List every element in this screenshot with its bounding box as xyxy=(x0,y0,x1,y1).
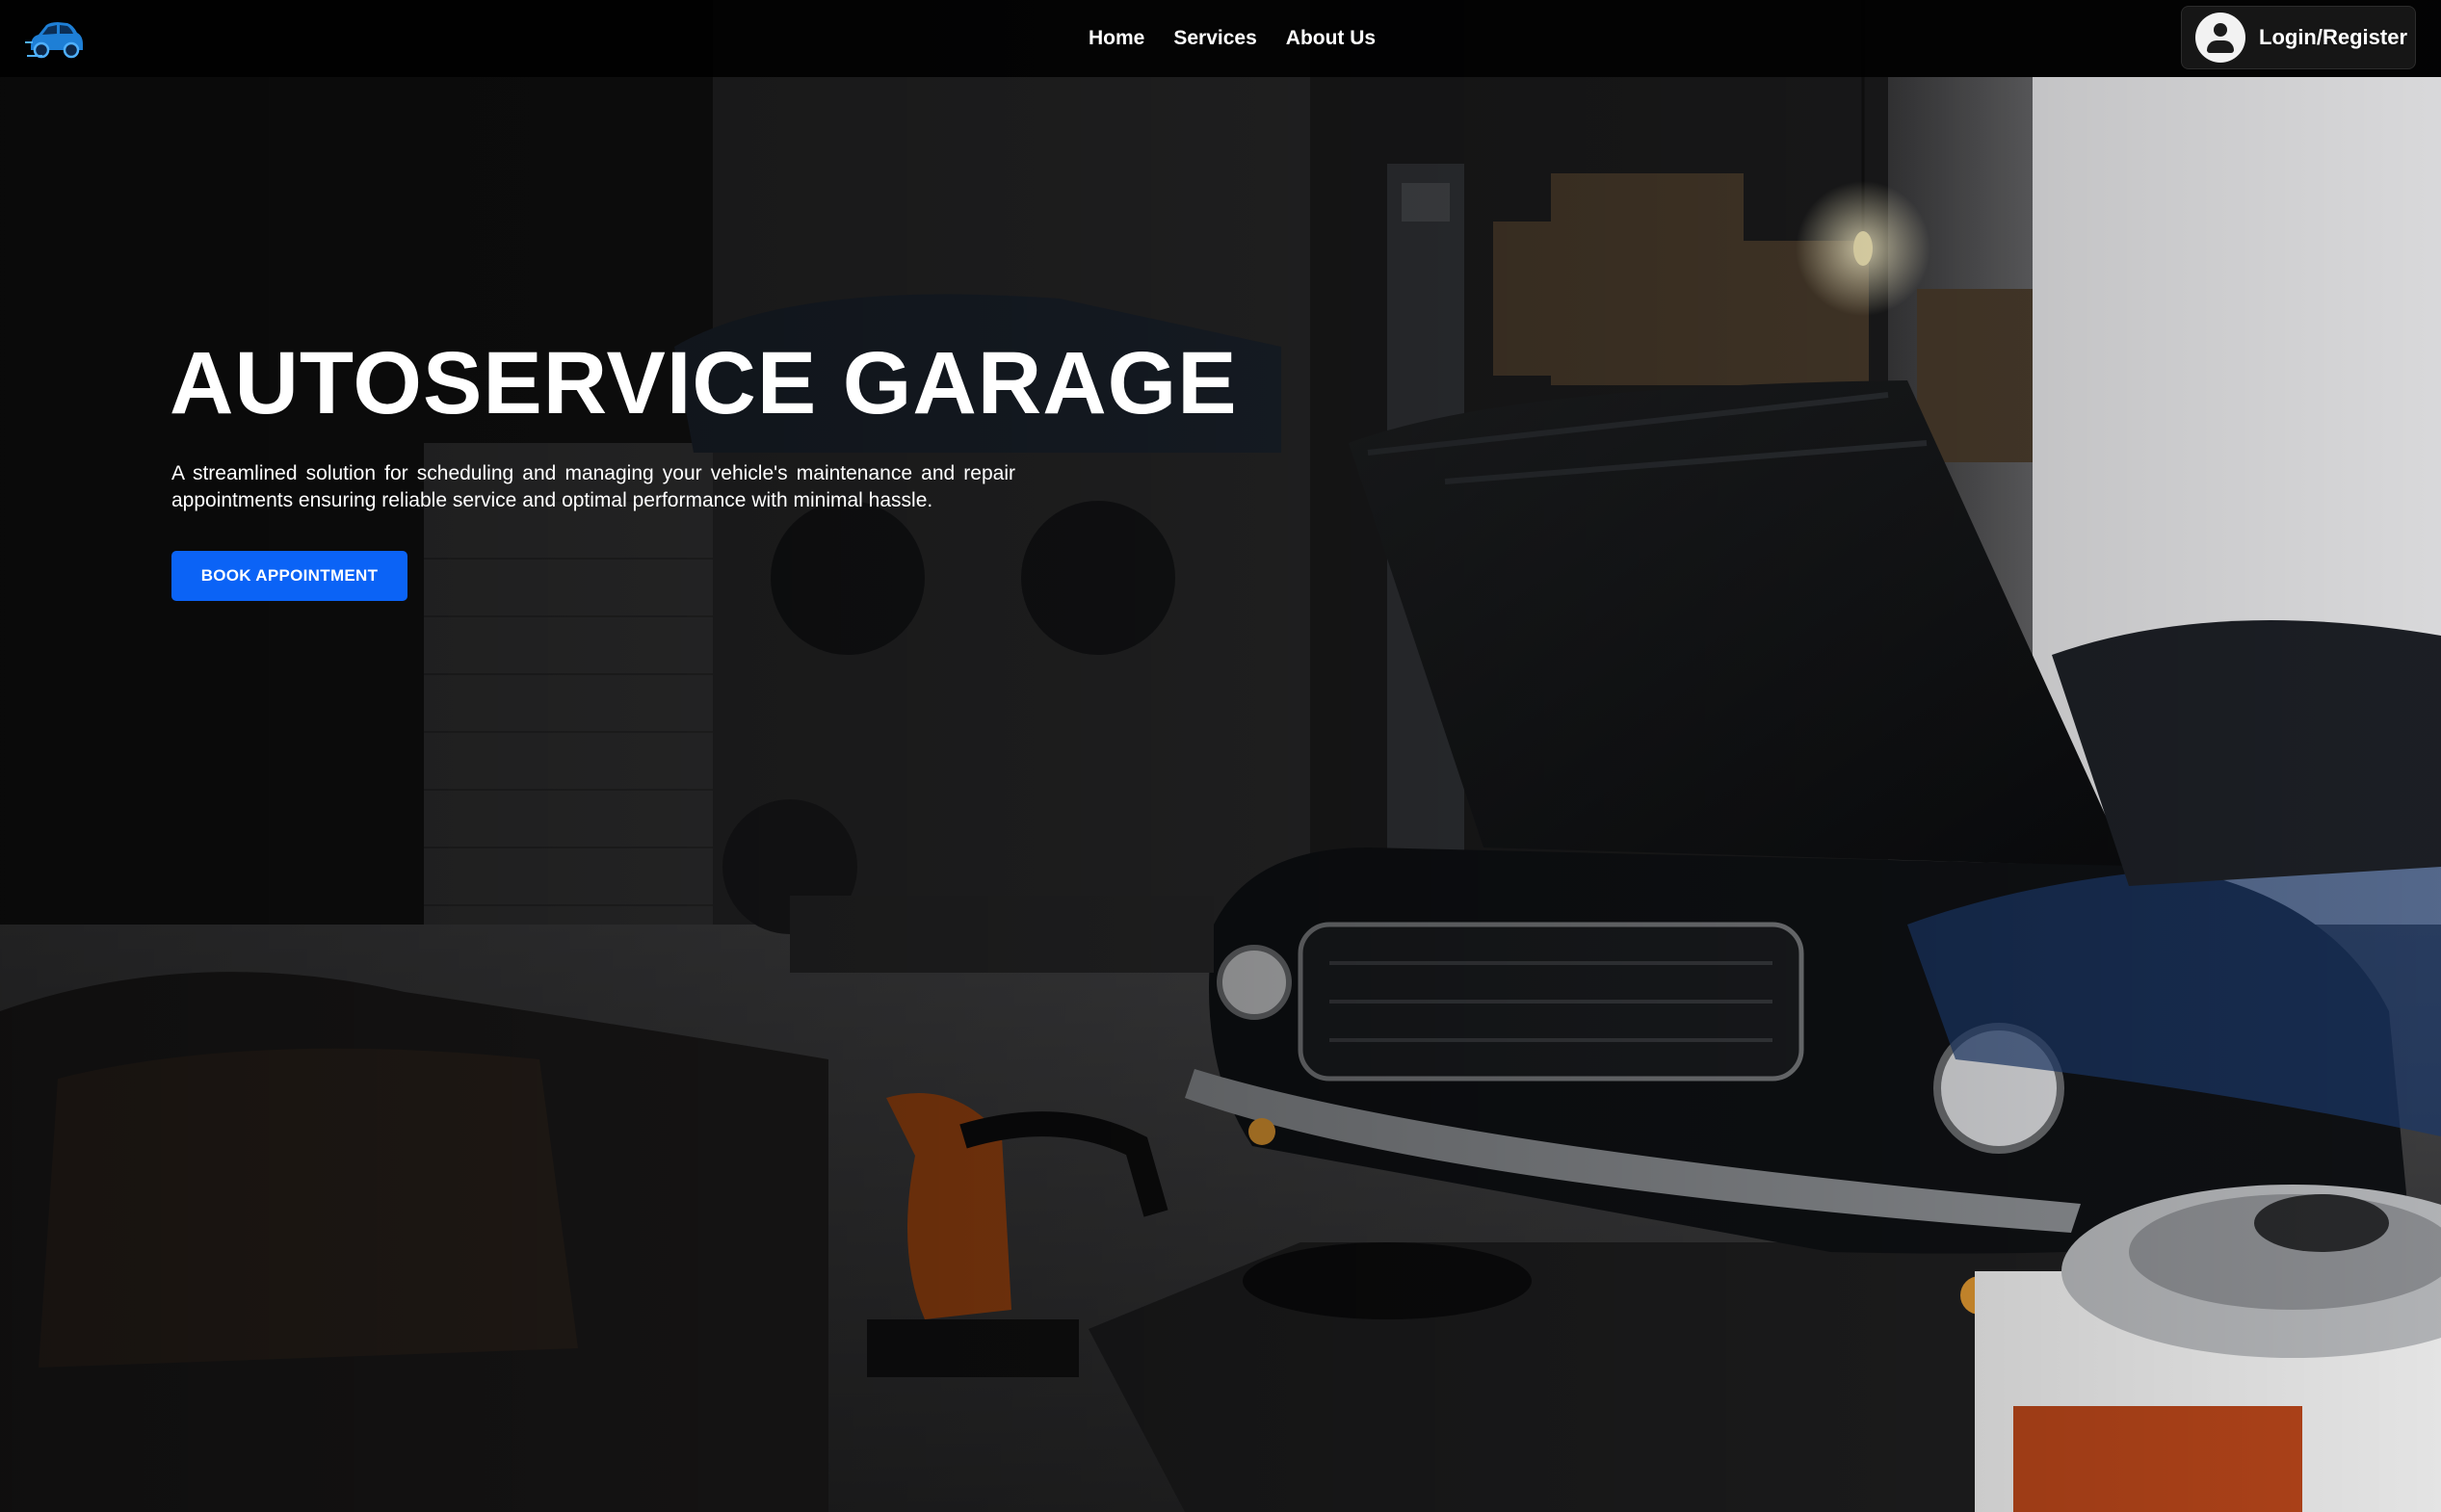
login-register-label: Login/Register xyxy=(2259,25,2408,49)
book-appointment-button[interactable]: BOOK APPOINTMENT xyxy=(171,551,407,601)
top-navbar: Home Services About Us Login/Register xyxy=(0,0,2441,77)
landing-page: Home Services About Us Login/Register AU… xyxy=(0,0,2441,1512)
user-avatar-icon xyxy=(2195,13,2245,63)
hero-description: A streamlined solution for scheduling an… xyxy=(171,462,1015,511)
nav-services-link[interactable]: Services xyxy=(1173,27,1256,50)
nav-home-link[interactable]: Home xyxy=(1089,27,1144,50)
hero-title: AUTOSERVICE GARAGE xyxy=(170,334,1238,432)
car-logo-icon[interactable] xyxy=(25,17,85,60)
hero-overlay xyxy=(0,0,2441,1512)
nav-about-us-link[interactable]: About Us xyxy=(1286,27,1376,50)
login-register-button[interactable]: Login/Register xyxy=(2181,6,2416,69)
main-nav: Home Services About Us xyxy=(1089,0,1376,77)
